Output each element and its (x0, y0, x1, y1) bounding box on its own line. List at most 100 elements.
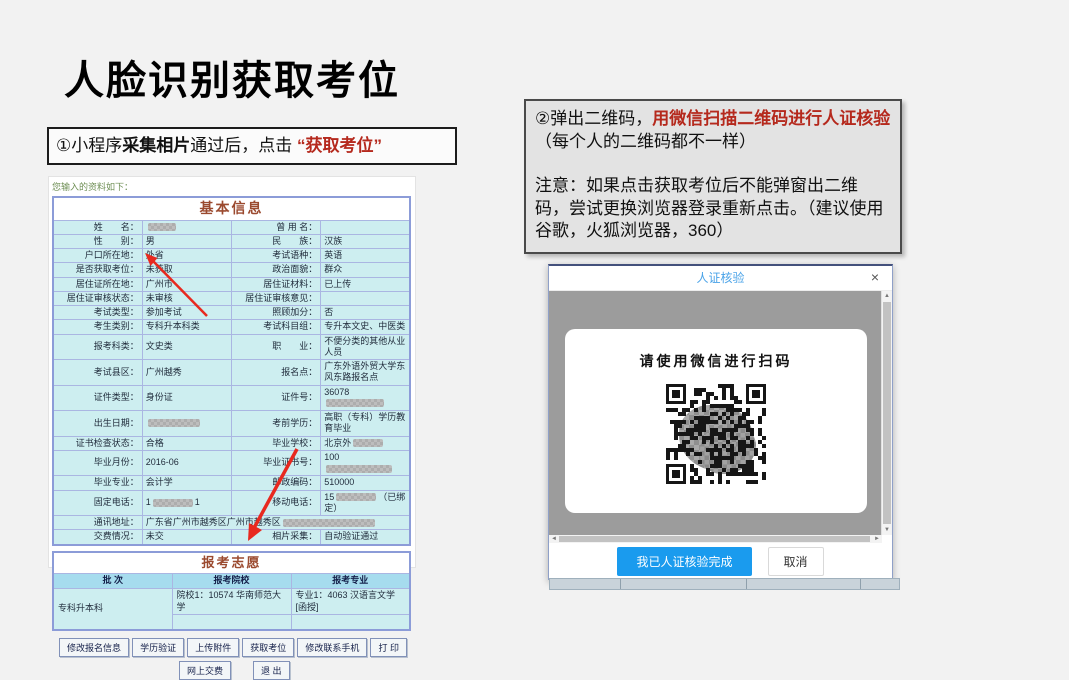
censored-value (326, 399, 384, 407)
step1-highlight: “获取考位” (297, 136, 382, 155)
qr-finder-icon (666, 464, 686, 484)
registration-form-screenshot: 您输入的资料如下： 基本信息 姓 名：曾 用 名：性 别：男民 族：汉族户口所在… (48, 176, 416, 568)
scroll-left-icon[interactable]: ◄ (549, 535, 559, 543)
form-button-修改联系手机[interactable]: 修改联系手机 (297, 638, 367, 657)
qr-finder-icon (666, 384, 686, 404)
form-row: 是否获取考位：未获取政治面貌：群众 (53, 263, 410, 277)
field-value: 不便分类的其他从业人员 (321, 334, 410, 360)
form-row: 出生日期：考前学历：高职（专科）学历教育毕业 (53, 411, 410, 437)
field-label: 移动电话： (232, 490, 321, 516)
field-label: 性 别： (53, 234, 142, 248)
field-value: 专科升本科类 (142, 320, 231, 334)
field-value: 北京外 (321, 436, 410, 450)
field-value: 专升本文史、中医类 (321, 320, 410, 334)
step2-instruction-box: ②弹出二维码，用微信扫描二维码进行人证核验（每个人的二维码都不一样） 注意：如果… (524, 99, 902, 254)
step1-prefix: ①小程序 (56, 136, 122, 155)
censored-value (283, 519, 375, 527)
form-button-学历验证[interactable]: 学历验证 (132, 638, 184, 657)
step1-instruction-box: ①小程序采集相片通过后，点击 “获取考位” (47, 127, 457, 165)
dialog-footer: 我已人证核验完成 取消 (549, 543, 892, 579)
form-row: 姓 名： 曾 用 名： (53, 220, 410, 234)
cancel-button[interactable]: 取消 (768, 547, 824, 576)
field-value: 广东省广州市越秀区广州市越秀区 (142, 516, 410, 530)
field-label: 毕业月份： (53, 450, 142, 476)
field-value: 15（已绑定） (321, 490, 410, 516)
field-label: 姓 名： (53, 220, 142, 234)
field-value: 36078 (321, 385, 410, 411)
dialog-titlebar: 人证核验 × (549, 266, 892, 291)
field-label: 毕业专业： (53, 476, 142, 490)
form-row: 户口所在地：外省考试语种：英语 (53, 249, 410, 263)
horizontal-scrollbar[interactable]: ◄ ► (549, 535, 882, 543)
field-value: 100 (321, 450, 410, 476)
field-label: 证书检查状态： (53, 436, 142, 450)
step2-highlight: 用微信扫描二维码进行人证核验 (652, 109, 890, 128)
form-buttons-row1: 修改报名信息学历验证上传附件获取考位修改联系手机打 印 (59, 638, 407, 657)
dialog-body: 请使用微信进行扫码 (549, 291, 882, 535)
field-label: 职 业： (232, 334, 321, 360)
censored-value (336, 493, 376, 501)
form-row: 毕业专业：会计学邮政编码：510000 (53, 476, 410, 490)
field-label: 曾 用 名： (232, 220, 321, 234)
field-label: 毕业学校： (232, 436, 321, 450)
verification-done-button[interactable]: 我已人证核验完成 (617, 547, 751, 576)
step2-prefix: ②弹出二维码， (535, 109, 652, 128)
form-button-打 印[interactable]: 打 印 (370, 638, 407, 657)
batch-value: 专科升本科 (53, 589, 172, 631)
field-label: 居住证审核意见： (232, 291, 321, 305)
background-table-strip (549, 578, 900, 590)
verification-dialog: 人证核验 × 请使用微信进行扫码 ▲ ▼ ◄ ► 我已人证核验完成 取消 (548, 264, 893, 580)
scroll-down-icon[interactable]: ▼ (882, 525, 892, 535)
field-value: 会计学 (142, 476, 231, 490)
censored-value (148, 223, 176, 231)
field-value: 已上传 (321, 277, 410, 291)
field-label: 考试县区： (53, 360, 142, 386)
form-buttons-row2: 网上交费 退 出 (179, 661, 415, 680)
scroll-right-icon[interactable]: ► (872, 535, 882, 543)
field-value: 11 (142, 490, 231, 516)
form-row: 居住证审核状态：未审核居住证审核意见： (53, 291, 410, 305)
form-row: 考试类型：参加考试照顾加分：否 (53, 306, 410, 320)
field-value: 合格 (142, 436, 231, 450)
field-label: 报名点： (232, 360, 321, 386)
field-label: 考试语种： (232, 249, 321, 263)
scroll-up-icon[interactable]: ▲ (882, 291, 892, 301)
field-value (321, 220, 410, 234)
form-button-上传附件[interactable]: 上传附件 (187, 638, 239, 657)
field-value: 群众 (321, 263, 410, 277)
form-button-退 出[interactable]: 退 出 (253, 661, 290, 680)
field-value: 身份证 (142, 385, 231, 411)
field-value: 自动验证通过 (321, 530, 410, 545)
field-label: 政治面貌： (232, 263, 321, 277)
field-value: 汉族 (321, 234, 410, 248)
form-button-获取考位[interactable]: 获取考位 (242, 638, 294, 657)
field-value: 未交 (142, 530, 231, 545)
vertical-scroll-thumb[interactable] (883, 302, 891, 524)
close-icon[interactable]: × (867, 266, 883, 290)
field-value: 高职（专科）学历教育毕业 (321, 411, 410, 437)
step2-note: 注意：如果点击获取考位后不能弹窗出二维码，尝试更换浏览器登录重新点击。（建议使用… (535, 175, 891, 243)
form-row: 固定电话：11移动电话：15（已绑定） (53, 490, 410, 516)
censored-value (153, 499, 193, 507)
horizontal-scroll-thumb[interactable] (559, 536, 870, 542)
qr-finder-icon (746, 384, 766, 404)
field-label: 居住证所在地： (53, 277, 142, 291)
step2-line1: ②弹出二维码，用微信扫描二维码进行人证核验（每个人的二维码都不一样） (535, 108, 891, 153)
qr-card: 请使用微信进行扫码 (565, 329, 867, 513)
field-value: 广东外语外贸大学东风东路报名点 (321, 360, 410, 386)
field-label: 交费情况： (53, 530, 142, 545)
form-row: 证书检查状态：合格毕业学校：北京外 (53, 436, 410, 450)
censored-value (148, 419, 200, 427)
field-label: 居住证材料： (232, 277, 321, 291)
field-value: 510000 (321, 476, 410, 490)
censored-value (326, 465, 392, 473)
page-title: 人脸识别获取考位 (64, 48, 400, 106)
step1-bold: 采集相片 (122, 136, 190, 155)
preferences-header-row: 批 次 报考院校 报考专业 (53, 574, 410, 589)
vertical-scrollbar[interactable]: ▲ ▼ (881, 291, 892, 535)
field-label: 报考科类： (53, 334, 142, 360)
field-value (142, 220, 231, 234)
form-button-网上交费[interactable]: 网上交费 (179, 661, 231, 680)
field-value: 参加考试 (142, 306, 231, 320)
form-button-修改报名信息[interactable]: 修改报名信息 (59, 638, 129, 657)
